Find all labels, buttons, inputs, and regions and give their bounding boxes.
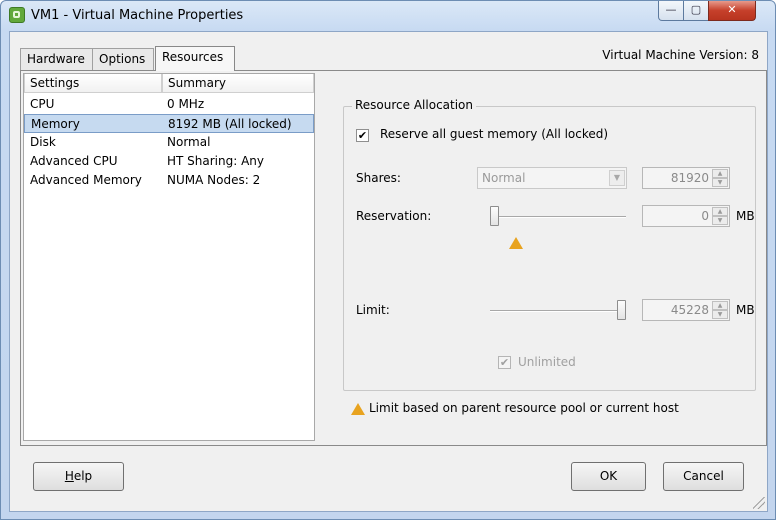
row-summary: 8192 MB (All locked) <box>168 117 292 131</box>
reserve-all-label[interactable]: Reserve all guest memory (All locked) <box>380 127 608 141</box>
row-setting: Disk <box>30 135 56 149</box>
properties-dialog: VM1 - Virtual Machine Properties — ▢ ✕ H… <box>0 0 776 520</box>
row-summary: NUMA Nodes: 2 <box>167 173 261 187</box>
limit-slider-track[interactable] <box>490 310 626 312</box>
limit-note: Limit based on parent resource pool or c… <box>369 401 679 415</box>
warning-icon <box>509 237 523 249</box>
row-summary: 0 MHz <box>167 97 205 111</box>
unlimited-checkbox[interactable]: ✔ <box>498 356 511 369</box>
column-header-settings[interactable]: Settings <box>24 74 162 93</box>
shares-selected: Normal <box>482 171 526 185</box>
shares-dropdown[interactable]: Normal ▼ <box>477 167 627 189</box>
spin-down-icon[interactable]: ▼ <box>712 178 728 187</box>
shares-label: Shares: <box>356 171 401 185</box>
shares-spinner[interactable]: 81920 ▲ ▼ <box>642 167 730 189</box>
vm-app-icon <box>9 7 25 23</box>
row-summary: HT Sharing: Any <box>167 154 265 168</box>
limit-slider-thumb[interactable] <box>617 300 626 320</box>
unlimited-label: Unlimited <box>518 355 576 369</box>
list-row-cpu[interactable]: CPU 0 MHz <box>24 95 314 114</box>
limit-spinner[interactable]: 45228 ▲ ▼ <box>642 299 730 321</box>
group-legend: Resource Allocation <box>352 98 477 112</box>
reservation-spinner[interactable]: 0 ▲ ▼ <box>642 205 730 227</box>
window-title: VM1 - Virtual Machine Properties <box>31 8 244 23</box>
reservation-value: 0 <box>701 209 709 223</box>
list-row-advanced-cpu[interactable]: Advanced CPU HT Sharing: Any <box>24 152 314 171</box>
close-button[interactable]: ✕ <box>708 1 756 21</box>
resource-allocation-group: Resource Allocation ✔ Reserve all guest … <box>343 98 756 391</box>
settings-list-header: Settings Summary <box>24 74 314 93</box>
resources-tab-page: Settings Summary CPU 0 MHz Memory 8192 M… <box>20 70 767 446</box>
list-row-disk[interactable]: Disk Normal <box>24 133 314 152</box>
minimize-button[interactable]: — <box>658 1 684 21</box>
row-setting: Advanced CPU <box>30 154 118 168</box>
help-button-label: elp <box>73 469 93 483</box>
help-button[interactable]: Help <box>33 462 124 491</box>
limit-label: Limit: <box>356 303 390 317</box>
dialog-body: Hardware Options Resources Virtual Machi… <box>9 31 768 512</box>
help-mnemonic: H <box>64 469 74 483</box>
spin-up-icon[interactable]: ▲ <box>712 207 728 216</box>
row-setting: Advanced Memory <box>30 173 142 187</box>
vm-version-label: Virtual Machine Version: 8 <box>602 48 759 62</box>
tab-options[interactable]: Options <box>92 48 154 70</box>
reservation-spin-buttons[interactable]: ▲ ▼ <box>712 207 728 225</box>
reservation-slider-track[interactable] <box>490 216 626 218</box>
row-setting: CPU <box>30 97 55 111</box>
chevron-down-icon[interactable]: ▼ <box>609 170 625 186</box>
shares-value: 81920 <box>670 171 709 185</box>
reservation-unit: MB <box>736 209 755 223</box>
list-row-memory[interactable]: Memory 8192 MB (All locked) <box>24 114 314 133</box>
column-header-summary[interactable]: Summary <box>162 74 314 93</box>
spin-up-icon[interactable]: ▲ <box>712 301 728 310</box>
tab-resources[interactable]: Resources <box>155 46 235 71</box>
spin-down-icon[interactable]: ▼ <box>712 216 728 225</box>
list-row-advanced-memory[interactable]: Advanced Memory NUMA Nodes: 2 <box>24 171 314 190</box>
shares-spin-buttons[interactable]: ▲ ▼ <box>712 169 728 187</box>
limit-value: 45228 <box>670 303 709 317</box>
tab-hardware[interactable]: Hardware <box>20 48 93 70</box>
limit-unit: MB <box>736 303 755 317</box>
row-setting: Memory <box>31 117 80 131</box>
resize-grip[interactable] <box>753 497 765 509</box>
title-bar[interactable]: VM1 - Virtual Machine Properties — ▢ ✕ <box>1 1 775 31</box>
spin-up-icon[interactable]: ▲ <box>712 169 728 178</box>
reserve-all-checkbox[interactable]: ✔ <box>356 129 369 142</box>
ok-button[interactable]: OK <box>571 462 646 491</box>
limit-spin-buttons[interactable]: ▲ ▼ <box>712 301 728 319</box>
cancel-button[interactable]: Cancel <box>663 462 744 491</box>
warning-icon <box>351 403 365 415</box>
settings-list[interactable]: Settings Summary CPU 0 MHz Memory 8192 M… <box>23 73 315 441</box>
reservation-label: Reservation: <box>356 209 432 223</box>
reservation-slider-thumb[interactable] <box>490 206 499 226</box>
row-summary: Normal <box>167 135 211 149</box>
spin-down-icon[interactable]: ▼ <box>712 310 728 319</box>
maximize-button[interactable]: ▢ <box>683 1 709 21</box>
